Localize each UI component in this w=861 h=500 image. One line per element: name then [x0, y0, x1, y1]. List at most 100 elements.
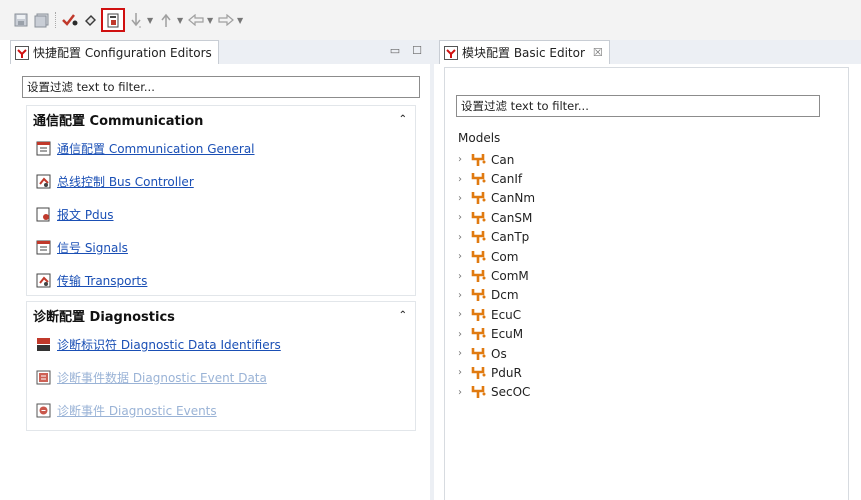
expand-chevron-icon[interactable]: › — [458, 387, 466, 398]
validate-icon[interactable] — [61, 10, 79, 30]
event-data-icon — [36, 370, 51, 385]
diagnostic-data-identifiers-label[interactable]: 诊断标识符 Diagnostic Data Identifiers — [57, 336, 281, 353]
tree-item-cantp[interactable]: › CanTp — [458, 228, 535, 247]
communication-general-label[interactable]: 通信配置 Communication General — [57, 140, 255, 157]
expand-chevron-icon[interactable]: › — [458, 290, 466, 301]
main-toolbar: ▼ ▼ ▼ ▼ — [0, 0, 861, 40]
back-dropdown-icon[interactable]: ▼ — [207, 16, 215, 25]
maximize-icon[interactable]: ☐ — [412, 44, 422, 57]
tab-configuration-editors[interactable]: 快捷配置 Configuration Editors — [10, 40, 219, 64]
communication-section-header[interactable]: 通信配置 Communication ⌃ — [27, 106, 415, 132]
pdu-icon — [36, 207, 50, 222]
right-tabbar: 模块配置 Basic Editor ☒ — [434, 40, 861, 64]
transports-label[interactable]: 传输 Transports — [57, 272, 147, 289]
tree-item-comm[interactable]: › ComM — [458, 266, 535, 285]
back-icon[interactable] — [187, 10, 205, 30]
diagnostic-event-data-label[interactable]: 诊断事件数据 Diagnostic Event Data — [57, 369, 267, 386]
collapse-icon[interactable]: ⌃ — [399, 114, 407, 125]
move-up-icon[interactable] — [157, 10, 175, 30]
tree-item-ecum[interactable]: › EcuM — [458, 325, 535, 344]
controller-icon — [36, 273, 51, 288]
close-icon[interactable]: ☒ — [593, 46, 603, 59]
module-icon — [471, 192, 486, 205]
diagnostic-events-label[interactable]: 诊断事件 Diagnostic Events — [57, 402, 217, 419]
bus-controller-link[interactable]: 总线控制 Bus Controller — [27, 165, 415, 198]
tree-item-label: PduR — [491, 365, 522, 380]
expand-chevron-icon[interactable]: › — [458, 309, 466, 320]
tree-item-cansm[interactable]: › CanSM — [458, 208, 535, 227]
diagnostic-data-identifiers-link[interactable]: 诊断标识符 Diagnostic Data Identifiers — [27, 328, 415, 361]
transports-link[interactable]: 传输 Transports — [27, 264, 415, 297]
tree-item-com[interactable]: › Com — [458, 247, 535, 266]
tab-basic-editor[interactable]: 模块配置 Basic Editor ☒ — [439, 40, 610, 64]
expand-chevron-icon[interactable]: › — [458, 212, 466, 223]
minimize-icon[interactable]: ▭ — [390, 44, 400, 57]
tree-item-label: CanSM — [491, 210, 533, 225]
expand-chevron-icon[interactable]: › — [458, 367, 466, 378]
module-icon — [471, 153, 486, 166]
left-filter-input[interactable]: 设置过滤 text to filter... — [22, 76, 420, 98]
right-filter-input[interactable]: 设置过滤 text to filter... — [456, 95, 820, 117]
tree-item-label: Os — [491, 346, 507, 361]
tree-item-os[interactable]: › Os — [458, 344, 535, 363]
module-icon — [471, 270, 486, 283]
communication-section-title: 通信配置 Communication — [33, 113, 204, 129]
forward-icon[interactable] — [217, 10, 235, 30]
tree-item-can[interactable]: › Can — [458, 150, 535, 169]
tree-item-label: CanTp — [491, 230, 530, 245]
expand-chevron-icon[interactable]: › — [458, 232, 466, 243]
module-icon — [471, 250, 486, 263]
tree-item-label: CanIf — [491, 172, 523, 187]
tree-item-secoc[interactable]: › SecOC — [458, 383, 535, 402]
expand-chevron-icon[interactable]: › — [458, 193, 466, 204]
forward-dropdown-icon[interactable]: ▼ — [237, 16, 245, 25]
expand-chevron-icon[interactable]: › — [458, 271, 466, 282]
tree-item-label: EcuC — [491, 307, 522, 322]
config-editor-icon — [15, 45, 29, 60]
tree-item-canif[interactable]: › CanIf — [458, 169, 535, 188]
bus-controller-label[interactable]: 总线控制 Bus Controller — [57, 173, 194, 190]
collapse-icon[interactable]: ⌃ — [399, 310, 407, 321]
save-icon[interactable] — [12, 10, 30, 30]
module-icon — [471, 289, 486, 302]
module-icon — [471, 211, 486, 224]
basic-editor-panel: 模块配置 Basic Editor ☒ 设置过滤 text to filter.… — [434, 40, 861, 500]
module-icon — [471, 231, 486, 244]
tree-item-dcm[interactable]: › Dcm — [458, 286, 535, 305]
table-icon — [36, 141, 51, 156]
toolbar-separator — [55, 12, 56, 28]
move-up-dropdown-icon[interactable]: ▼ — [177, 16, 185, 25]
move-down-dropdown-icon[interactable]: ▼ — [147, 16, 155, 25]
expand-chevron-icon[interactable]: › — [458, 251, 466, 262]
generate-icon[interactable] — [81, 10, 99, 30]
diagnostic-events-link[interactable]: 诊断事件 Diagnostic Events — [27, 394, 415, 427]
expand-chevron-icon[interactable]: › — [458, 154, 466, 165]
tree-item-label: Com — [491, 249, 519, 264]
tree-item-label: Dcm — [491, 288, 519, 303]
export-icon[interactable] — [101, 8, 125, 32]
save-all-icon[interactable] — [32, 10, 50, 30]
pdus-link[interactable]: 报文 Pdus — [27, 198, 415, 231]
right-filter-placeholder: 设置过滤 text to filter... — [461, 99, 589, 113]
expand-chevron-icon[interactable]: › — [458, 174, 466, 185]
table-icon — [36, 240, 51, 255]
tree-item-pdur[interactable]: › PduR — [458, 363, 535, 382]
expand-chevron-icon[interactable]: › — [458, 348, 466, 359]
signals-link[interactable]: 信号 Signals — [27, 231, 415, 264]
tree-item-label: CanNm — [491, 191, 536, 206]
signals-label[interactable]: 信号 Signals — [57, 239, 128, 256]
tree-item-label: SecOC — [491, 385, 531, 400]
communication-section: 通信配置 Communication ⌃ 通信配置 Communication … — [26, 105, 416, 296]
expand-chevron-icon[interactable]: › — [458, 329, 466, 340]
diagnostics-section-header[interactable]: 诊断配置 Diagnostics ⌃ — [27, 302, 415, 328]
tree-item-ecuc[interactable]: › EcuC — [458, 305, 535, 324]
module-icon — [471, 386, 486, 399]
move-down-icon[interactable] — [127, 10, 145, 30]
tree-item-cannm[interactable]: › CanNm — [458, 189, 535, 208]
module-icon — [471, 366, 486, 379]
module-icon — [471, 173, 486, 186]
pdus-label[interactable]: 报文 Pdus — [57, 206, 114, 223]
diagnostic-event-data-link[interactable]: 诊断事件数据 Diagnostic Event Data — [27, 361, 415, 394]
communication-general-link[interactable]: 通信配置 Communication General — [27, 132, 415, 165]
basic-editor-icon — [444, 45, 458, 60]
